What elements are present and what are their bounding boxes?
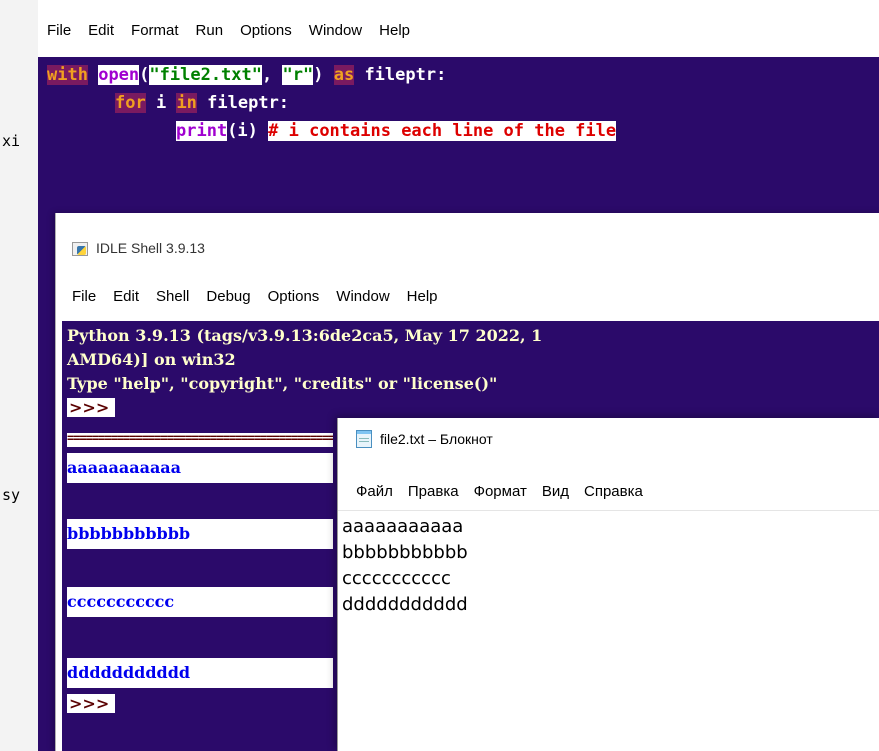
- menu-edit[interactable]: Правка: [408, 483, 459, 500]
- notepad-window: file2.txt – Блокнот Файл Правка Формат В…: [337, 418, 879, 751]
- menu-window[interactable]: Window: [309, 22, 362, 39]
- code-line-3: print(i) # i contains each line of the f…: [176, 119, 617, 143]
- menu-format[interactable]: Формат: [474, 483, 527, 500]
- menu-help[interactable]: Справка: [584, 483, 643, 500]
- shell-title-bar: IDLE Shell 3.9.13: [72, 237, 205, 259]
- paren: (: [139, 65, 150, 85]
- menu-debug[interactable]: Debug: [206, 288, 250, 305]
- output-line: aaaaaaaaaaa: [67, 453, 333, 483]
- menu-file[interactable]: File: [47, 22, 71, 39]
- keyword-with: with: [47, 65, 88, 85]
- menu-help[interactable]: Help: [379, 22, 410, 39]
- paren: ): [313, 65, 324, 85]
- text-line: ddddddddddd: [342, 594, 468, 615]
- builtin-open: open: [98, 65, 140, 85]
- menu-options[interactable]: Options: [240, 22, 292, 39]
- keyword-as: as: [333, 65, 355, 85]
- notepad-icon: [356, 430, 372, 448]
- menu-run[interactable]: Run: [196, 22, 224, 39]
- output-line: ccccccccccc: [67, 587, 333, 617]
- banner-line: AMD64)] on win32: [67, 350, 236, 369]
- text-line: bbbbbbbbbbb: [342, 542, 468, 563]
- output-line: ddddddddddd: [67, 658, 333, 688]
- call-args: (i): [227, 121, 269, 141]
- menu-format[interactable]: Format: [131, 22, 179, 39]
- shell-prompt: >>>: [67, 693, 116, 715]
- identifier-i: i: [145, 93, 177, 113]
- notepad-text-area[interactable]: aaaaaaaaaaa bbbbbbbbbbb ccccccccccc dddd…: [342, 514, 468, 618]
- menu-help[interactable]: Help: [407, 288, 438, 305]
- text-line: ccccccccccc: [342, 568, 451, 589]
- code-line-1: with open("file2.txt", "r") as fileptr:: [47, 63, 446, 87]
- notepad-title-bar: file2.txt – Блокнот: [356, 427, 493, 451]
- menu-file[interactable]: Файл: [356, 483, 393, 500]
- text-line: aaaaaaaaaaa: [342, 516, 464, 537]
- menu-divider: [338, 510, 879, 511]
- string-mode: "r": [282, 65, 314, 85]
- string-filename: "file2.txt": [149, 65, 262, 85]
- menu-edit[interactable]: Edit: [113, 288, 139, 305]
- output-line: bbbbbbbbbbb: [67, 519, 333, 549]
- notepad-menubar: Файл Правка Формат Вид Справка: [356, 477, 658, 505]
- banner-line: Python 3.9.13 (tags/v3.9.13:6de2ca5, May…: [67, 326, 543, 345]
- banner-line: Type "help", "copyright", "credits" or "…: [67, 374, 498, 393]
- menu-file[interactable]: File: [72, 288, 96, 305]
- comma: ,: [262, 65, 283, 85]
- keyword-for: for: [115, 93, 146, 113]
- builtin-print: print: [176, 121, 228, 141]
- editor-menubar: File Edit Format Run Options Window Help: [47, 16, 427, 44]
- background-text-fragment: xi: [2, 132, 21, 150]
- window-title: file2.txt – Блокнот: [380, 431, 493, 447]
- comment: # i contains each line of the file: [268, 121, 617, 141]
- menu-options[interactable]: Options: [268, 288, 320, 305]
- keyword-in: in: [176, 93, 197, 113]
- menu-shell[interactable]: Shell: [156, 288, 189, 305]
- menu-edit[interactable]: Edit: [88, 22, 114, 39]
- window-title: IDLE Shell 3.9.13: [96, 240, 205, 256]
- menu-view[interactable]: Вид: [542, 483, 569, 500]
- identifier-fileptr: fileptr:: [196, 93, 290, 113]
- shell-prompt: >>>: [67, 397, 116, 419]
- python-icon: [72, 240, 88, 256]
- shell-menubar: File Edit Shell Debug Options Window Hel…: [72, 282, 455, 310]
- restart-separator: ========================================…: [67, 433, 333, 447]
- identifier-fileptr: fileptr:: [364, 65, 447, 85]
- menu-window[interactable]: Window: [336, 288, 389, 305]
- background-window: xi sy: [0, 0, 38, 751]
- code-line-2: for i in fileptr:: [115, 91, 289, 115]
- background-text-fragment: sy: [2, 486, 21, 504]
